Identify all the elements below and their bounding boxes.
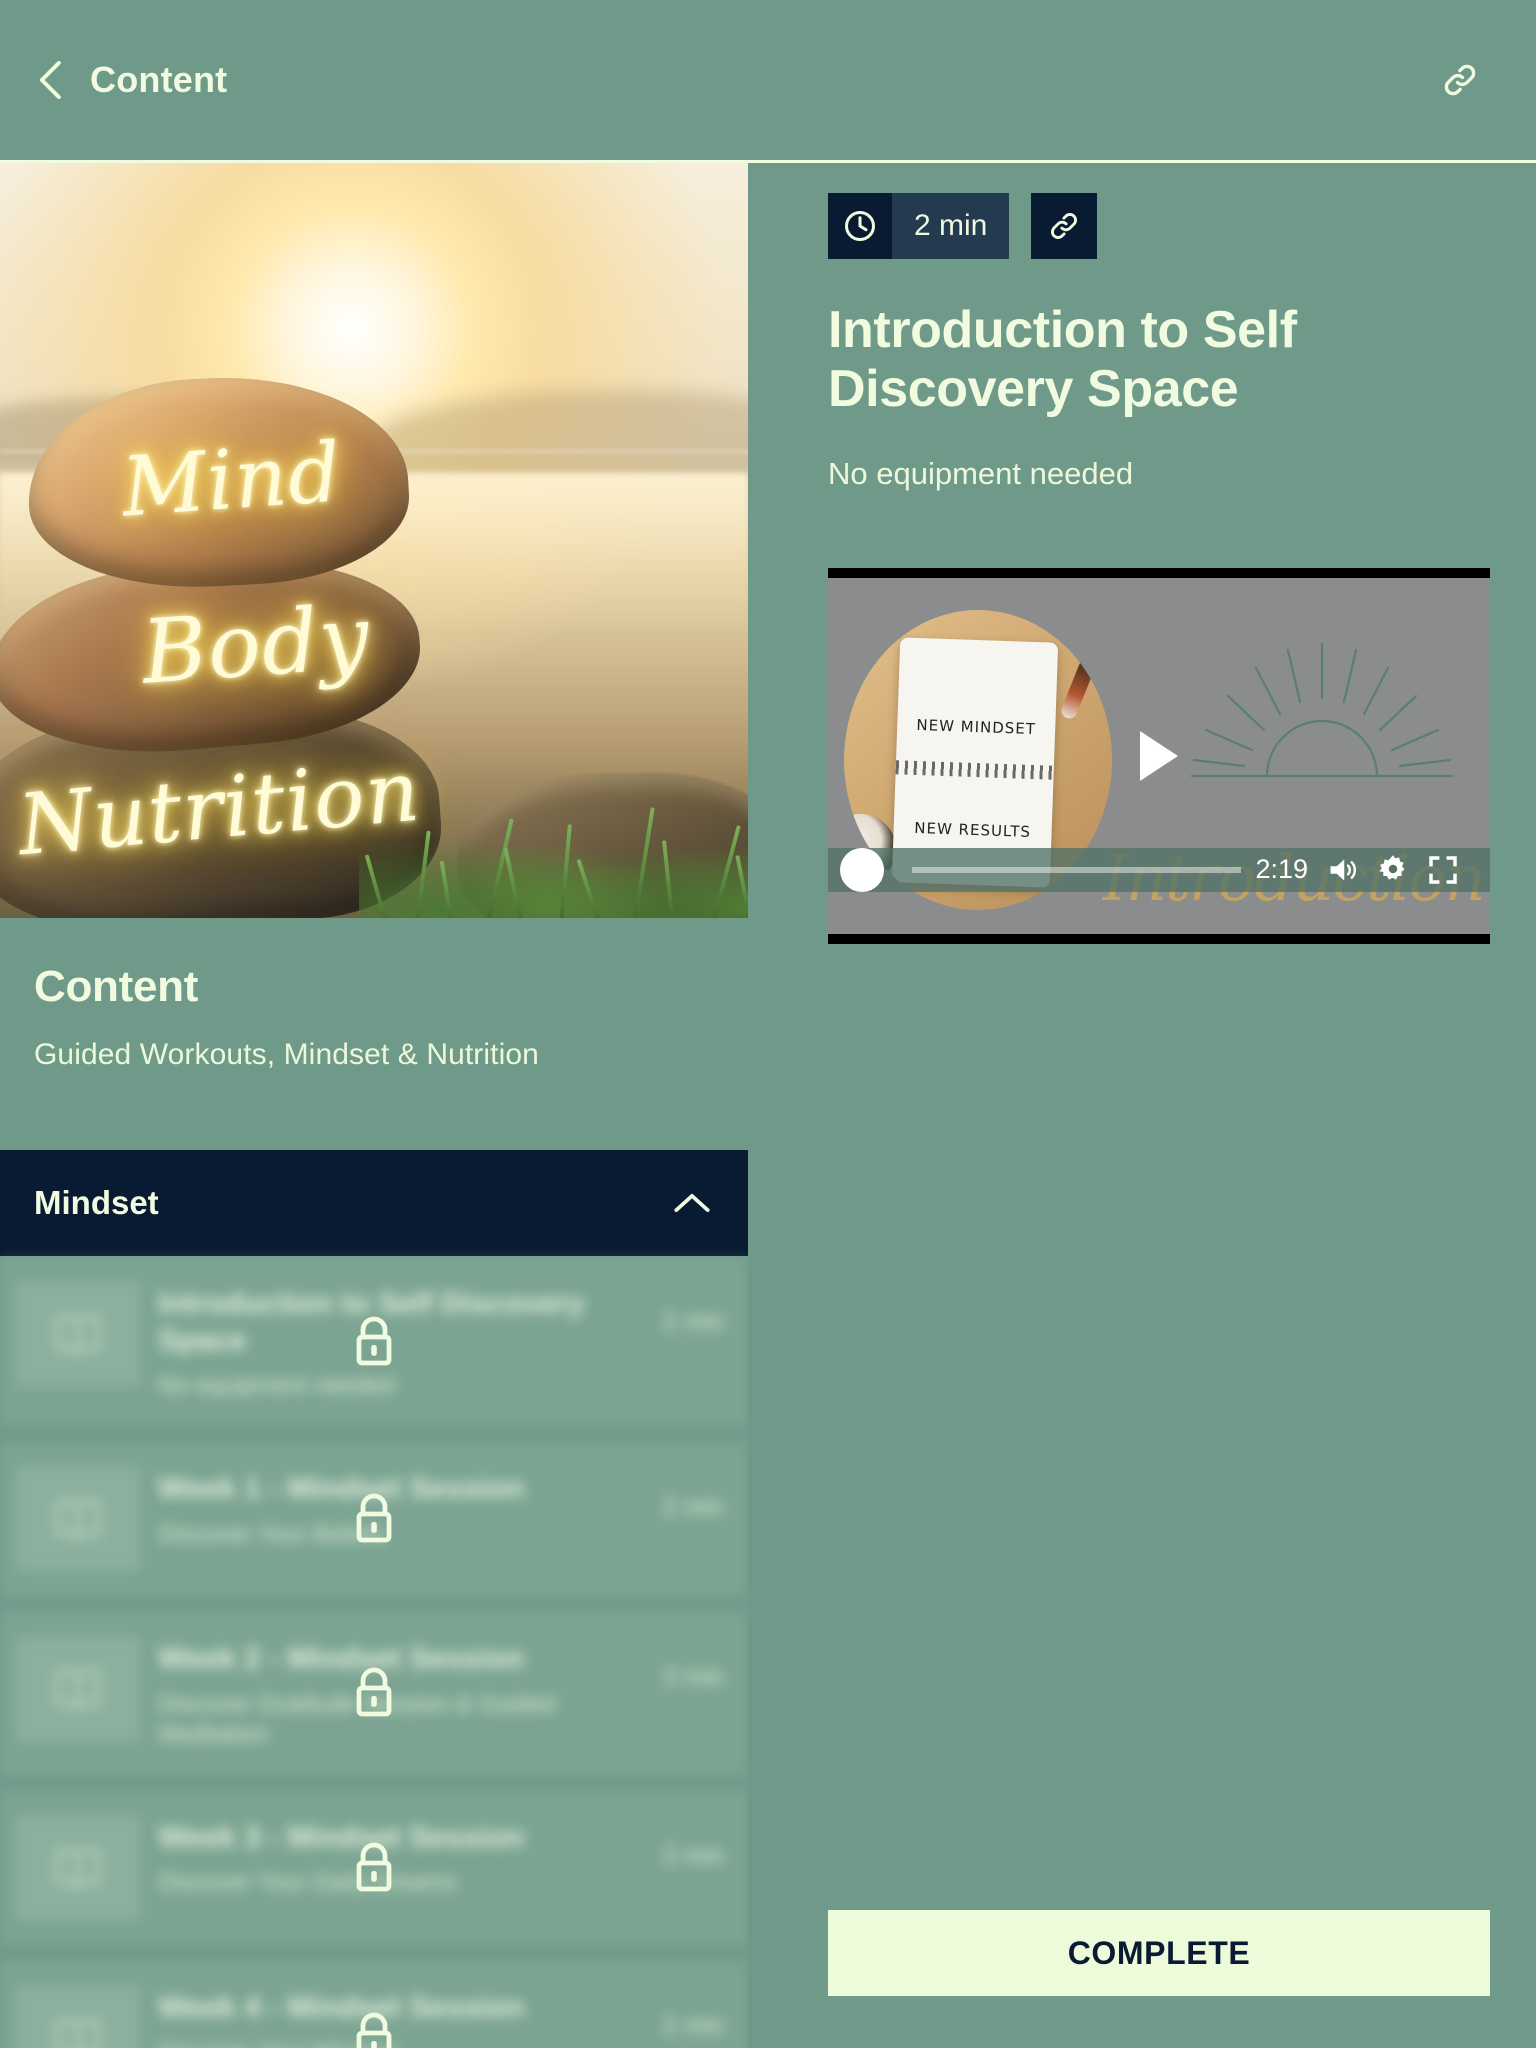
accordion-header-mindset[interactable]: Mindset xyxy=(0,1150,748,1256)
volume-icon xyxy=(1330,858,1356,881)
lesson-row-desc: No equipment needed xyxy=(158,1372,395,1400)
duration-badge-icon-box xyxy=(828,193,892,259)
lesson-row[interactable]: Week 2 - Mindset Session Discover Gratitu… xyxy=(0,1611,748,1776)
lesson-row-title: Week 2 - Mindset Session xyxy=(158,1642,525,1676)
lesson-row-desc: Discover Your Mindset xyxy=(158,2038,645,2048)
chevron-up-icon xyxy=(674,1194,710,1213)
lesson-thumbnail xyxy=(16,1985,140,2048)
lesson-row-content: Week 3 - Mindset Session Discover Your Da… xyxy=(0,1789,748,1946)
lesson-text: Week 4 - Mindset Session Discover Your Mi… xyxy=(158,1986,645,2048)
lesson-row-title: Week 4 - Mindset Session xyxy=(158,1990,525,2024)
lesson-row-desc: Discover Gratitude Session & Guided Medi… xyxy=(158,1690,556,1748)
lesson-thumbnail xyxy=(16,1282,140,1386)
left-column: Mind Body Nutrition Content Guided Worko… xyxy=(0,163,748,2048)
lesson-row-content: Introduction to Self Discovery Space No e… xyxy=(0,1256,748,1428)
lesson-row-title: Introduction to Self Discovery Space xyxy=(158,1287,585,1357)
lesson-row-desc: Discover Your Beliefs xyxy=(158,1520,385,1548)
video-time-label: 2:19 xyxy=(1255,854,1308,885)
video-player[interactable]: NEW MINDSET NEW RESULTS 2:19 xyxy=(828,567,1490,944)
video-pen xyxy=(1058,656,1098,721)
hero-word-mind: Mind xyxy=(118,425,345,536)
book-icon xyxy=(55,2017,101,2048)
page-subtitle: Guided Workouts, Mindset & Nutrition xyxy=(34,1038,539,1071)
hero-word-body: Body xyxy=(138,585,374,704)
lesson-meta-row: 2 min xyxy=(828,193,1496,259)
volume-button[interactable] xyxy=(1318,850,1368,890)
player-letterbox-top xyxy=(828,567,1490,578)
top-bar-title: Content xyxy=(90,59,228,100)
lesson-row-duration: 2 min xyxy=(662,2011,724,2040)
lesson-row[interactable]: Introduction to Self Discovery Space No e… xyxy=(0,1256,748,1428)
lesson-text: Week 2 - Mindset Session Discover Gratitu… xyxy=(158,1637,645,1750)
lesson-title: Introduction to Self Discovery Space xyxy=(828,301,1297,419)
lesson-text: Week 1 - Mindset Session Discover Your Be… xyxy=(158,1467,645,1550)
book-icon xyxy=(55,1669,101,1710)
play-icon[interactable] xyxy=(1140,730,1178,781)
right-column: 2 min Introduction to Self Discovery Spa… xyxy=(828,163,1496,2048)
lesson-thumbnail xyxy=(16,1467,140,1572)
duration-badge: 2 min xyxy=(828,193,1010,259)
lesson-row-content: Week 4 - Mindset Session Discover Your Mi… xyxy=(0,1959,748,2048)
lesson-text: Introduction to Self Discovery Space No e… xyxy=(158,1282,645,1401)
lesson-subtitle: No equipment needed xyxy=(828,455,1134,491)
lesson-list: Introduction to Self Discovery Space No e… xyxy=(0,1256,748,2048)
lesson-row[interactable]: Week 4 - Mindset Session Discover Your Mi… xyxy=(0,1959,748,2048)
video-notepad-line-1: NEW MINDSET xyxy=(916,715,1037,739)
lesson-row-duration: 3 min xyxy=(662,1663,724,1692)
video-controls: 2:19 xyxy=(828,847,1490,892)
duration-badge-text: 2 min xyxy=(892,193,1010,259)
complete-button[interactable]: COMPLETE xyxy=(828,1910,1490,1996)
lesson-row-title: Week 1 - Mindset Session xyxy=(158,1472,525,1506)
player-letterbox-bottom xyxy=(828,933,1490,944)
book-icon xyxy=(55,1499,101,1540)
lesson-row-duration: 2 min xyxy=(662,1841,724,1870)
lesson-text: Week 3 - Mindset Session Discover Your Da… xyxy=(158,1816,645,1899)
lesson-row-duration: 2 min xyxy=(662,1493,724,1522)
content-lesson-screen: Content Mind Body Nutrition Content Guid… xyxy=(0,0,1536,2048)
video-notepad-line-2: NEW RESULTS xyxy=(914,818,1032,841)
lesson-row-title: Week 3 - Mindset Session xyxy=(158,1820,525,1854)
share-link-button[interactable] xyxy=(1432,52,1488,108)
video-scrubber-handle[interactable] xyxy=(840,847,884,892)
top-bar: Content xyxy=(0,0,1536,163)
lesson-row-desc: Discover Your Daily Dreams xyxy=(158,1869,457,1897)
fullscreen-button[interactable] xyxy=(1418,850,1468,890)
lesson-row[interactable]: Week 3 - Mindset Session Discover Your Da… xyxy=(0,1789,748,1946)
lesson-thumbnail xyxy=(16,1815,140,1920)
lesson-link-button[interactable] xyxy=(1031,193,1098,259)
book-icon xyxy=(55,1314,101,1355)
gear-icon xyxy=(1379,854,1405,880)
accordion-label: Mindset xyxy=(34,1184,159,1221)
sunrise-graphic-icon xyxy=(1190,642,1454,777)
hero-image: Mind Body Nutrition xyxy=(0,163,748,918)
fullscreen-icon xyxy=(1429,855,1457,884)
left-text-block: Content Guided Workouts, Mindset & Nutri… xyxy=(0,962,748,1072)
lesson-row-duration: 2 min xyxy=(662,1308,724,1336)
video-notepad-spiral xyxy=(895,759,1054,779)
page-title: Content xyxy=(34,962,199,1011)
link-icon xyxy=(1444,64,1476,96)
clock-icon xyxy=(845,211,875,241)
back-button[interactable]: Content xyxy=(34,59,227,101)
video-scrubber[interactable] xyxy=(840,847,1242,892)
chevron-left-icon xyxy=(39,60,61,100)
lesson-row[interactable]: Week 1 - Mindset Session Discover Your Be… xyxy=(0,1441,748,1598)
lesson-row-content: Week 1 - Mindset Session Discover Your Be… xyxy=(0,1441,748,1598)
lesson-thumbnail xyxy=(16,1637,140,1742)
link-icon xyxy=(1051,213,1078,239)
book-icon xyxy=(55,1847,101,1889)
lesson-row-content: Week 2 - Mindset Session Discover Gratitu… xyxy=(0,1611,748,1776)
settings-button[interactable] xyxy=(1368,850,1418,890)
